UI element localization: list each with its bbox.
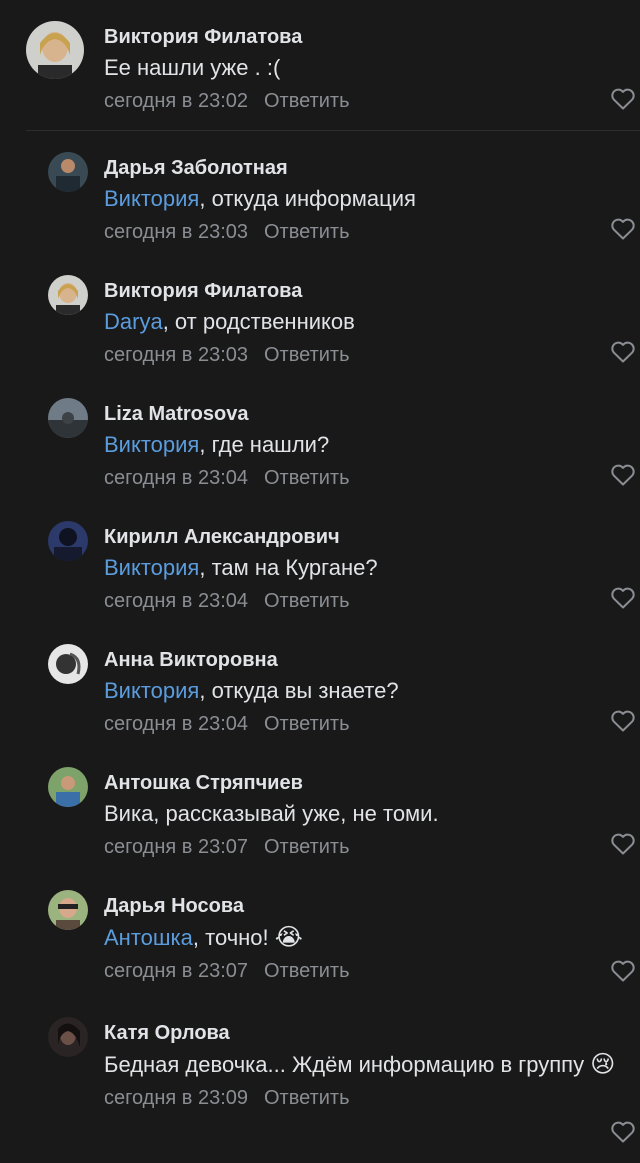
like-heart-icon[interactable]	[610, 586, 636, 610]
reply-button[interactable]: Ответить	[264, 467, 350, 489]
mention-link[interactable]: Виктория	[104, 555, 199, 580]
comment-time: сегодня в 23:02	[104, 90, 248, 112]
comment-time: сегодня в 23:03	[104, 221, 248, 243]
comment-item: Виктория Филатова Darya, от родственнико…	[0, 254, 640, 377]
comment-time: сегодня в 23:03	[104, 344, 248, 366]
comment-text: Ее нашли уже . :(	[104, 55, 281, 80]
avatar[interactable]	[48, 521, 88, 561]
comment-author[interactable]: Антошка Стряпчиев	[104, 770, 640, 796]
avatar[interactable]	[48, 152, 88, 192]
like-heart-icon[interactable]	[610, 463, 636, 487]
comment-meta: сегодня в 23:04 Ответить	[104, 588, 640, 614]
comment-meta: сегодня в 23:07 Ответить	[104, 958, 640, 984]
like-heart-icon[interactable]	[610, 87, 636, 111]
reply-button[interactable]: Ответить	[264, 590, 350, 612]
comment-meta: сегодня в 23:02 Ответить	[104, 88, 640, 114]
comment-author[interactable]: Дарья Заболотная	[104, 155, 640, 181]
avatar[interactable]	[48, 398, 88, 438]
comment-time: сегодня в 23:04	[104, 713, 248, 735]
comment-meta: сегодня в 23:09 Ответить	[104, 1085, 640, 1111]
comment-meta: сегодня в 23:07 Ответить	[104, 834, 640, 860]
reply-button[interactable]: Ответить	[264, 960, 350, 982]
comment-text: Антошка, точно! 😭	[104, 923, 303, 951]
mention-link[interactable]: Виктория	[104, 432, 199, 457]
comment-time: сегодня в 23:07	[104, 836, 248, 858]
reply-button[interactable]: Ответить	[264, 90, 350, 112]
like-heart-icon[interactable]	[610, 1120, 636, 1144]
reply-button[interactable]: Ответить	[264, 1087, 350, 1109]
comment-meta: сегодня в 23:03 Ответить	[104, 342, 640, 368]
comment-author[interactable]: Дарья Носова	[104, 893, 640, 919]
like-heart-icon[interactable]	[610, 709, 636, 733]
mention-link[interactable]: Виктория	[104, 186, 199, 211]
crying-face-emoji: 😢	[590, 1050, 616, 1078]
comment-meta: сегодня в 23:03 Ответить	[104, 219, 640, 245]
comment-item: Дарья Носова Антошка, точно! 😭 сегодня в…	[0, 869, 640, 996]
comment-time: сегодня в 23:09	[104, 1087, 248, 1109]
avatar[interactable]	[48, 767, 88, 807]
comment-author[interactable]: Виктория Филатова	[104, 278, 640, 304]
comment-item: Liza Matrosova Виктория, где нашли? сего…	[0, 377, 640, 500]
comment-author[interactable]: Анна Викторовна	[104, 647, 640, 673]
comment-meta: сегодня в 23:04 Ответить	[104, 465, 640, 491]
mention-link[interactable]: Антошка	[104, 925, 193, 950]
avatar[interactable]	[48, 890, 88, 930]
like-heart-icon[interactable]	[610, 959, 636, 983]
comment-time: сегодня в 23:04	[104, 590, 248, 612]
comment-text: Вика, рассказывай уже, не томи.	[104, 801, 439, 826]
comment-item: Антошка Стряпчиев Вика, рассказывай уже,…	[0, 746, 640, 869]
comment-author[interactable]: Виктория Филатова	[104, 24, 640, 50]
reply-button[interactable]: Ответить	[264, 221, 350, 243]
crying-face-emoji: 😭	[274, 923, 303, 951]
comment-text: Darya, от родственников	[104, 309, 355, 334]
like-heart-icon[interactable]	[610, 340, 636, 364]
like-heart-icon[interactable]	[610, 832, 636, 856]
comment-item: Анна Викторовна Виктория, откуда вы знае…	[0, 623, 640, 746]
comment-item: Кирилл Александрович Виктория, там на Ку…	[0, 500, 640, 623]
comment-text: Виктория, откуда информация	[104, 186, 416, 211]
comments-feed: Виктория Филатова Ее нашли уже . :( сего…	[0, 0, 640, 1163]
comment-item: Дарья Заболотная Виктория, откуда информ…	[0, 131, 640, 254]
comment-time: сегодня в 23:04	[104, 467, 248, 489]
comment-author[interactable]: Liza Matrosova	[104, 401, 640, 427]
reply-button[interactable]: Ответить	[264, 836, 350, 858]
like-heart-icon[interactable]	[610, 217, 636, 241]
comment-text: Виктория, там на Кургане?	[104, 555, 378, 580]
avatar[interactable]	[48, 275, 88, 315]
comment-text: Виктория, откуда вы знаете?	[104, 678, 399, 703]
comment-text: Виктория, где нашли?	[104, 432, 330, 457]
comment-time: сегодня в 23:07	[104, 960, 248, 982]
comment-item: Катя Орлова Бедная девочка... Ждём инфор…	[0, 996, 640, 1163]
mention-link[interactable]: Виктория	[104, 678, 199, 703]
mention-link[interactable]: Darya	[104, 309, 163, 334]
comment-author[interactable]: Катя Орлова	[104, 1020, 640, 1046]
comment-item: Виктория Филатова Ее нашли уже . :( сего…	[0, 0, 640, 131]
reply-button[interactable]: Ответить	[264, 344, 350, 366]
comment-text: Бедная девочка... Ждём информацию в груп…	[104, 1050, 616, 1078]
avatar[interactable]	[26, 21, 84, 79]
comment-author[interactable]: Кирилл Александрович	[104, 524, 640, 550]
comment-meta: сегодня в 23:04 Ответить	[104, 711, 640, 737]
avatar[interactable]	[48, 644, 88, 684]
avatar[interactable]	[48, 1017, 88, 1057]
reply-button[interactable]: Ответить	[264, 713, 350, 735]
